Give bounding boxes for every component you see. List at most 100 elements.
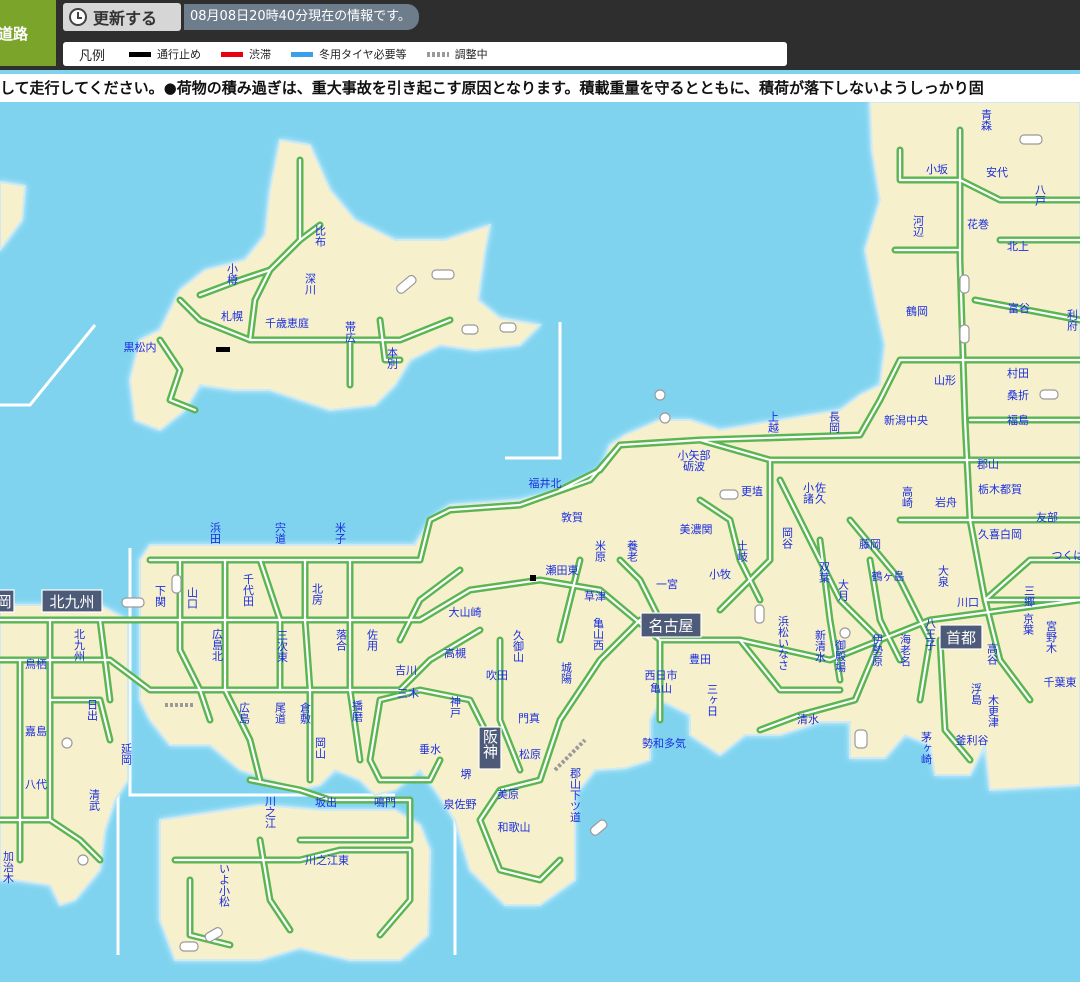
place-label[interactable]: 福島 — [1007, 413, 1029, 427]
place-label[interactable]: 三次東 — [276, 630, 289, 664]
place-label[interactable]: 宍道 — [274, 521, 287, 544]
brand-logo[interactable]: 道路 — [0, 0, 56, 66]
place-label[interactable]: 坂出 — [315, 795, 337, 809]
place-label[interactable]: 尾道 — [274, 702, 287, 724]
place-label[interactable]: 北房 — [311, 583, 324, 606]
place-label[interactable]: 八王子 — [924, 618, 937, 651]
place-label[interactable]: 八戸 — [1034, 184, 1047, 207]
place-label[interactable]: 三木 — [397, 687, 419, 700]
place-label[interactable]: 浜松いなさ — [777, 615, 790, 670]
place-label[interactable]: 亀山西 — [592, 616, 605, 650]
place-label[interactable]: 札幌 — [221, 309, 243, 323]
place-label[interactable]: 高崎 — [901, 485, 914, 508]
place-label[interactable]: 吹田 — [486, 669, 508, 682]
place-label[interactable]: 郡山 — [977, 458, 999, 471]
place-label[interactable]: 豊田 — [689, 653, 711, 666]
place-label[interactable]: 清武 — [88, 789, 101, 811]
place-label[interactable]: 吉川 — [395, 664, 417, 677]
place-label[interactable]: 大月 — [837, 578, 850, 601]
place-label[interactable]: 城陽 — [560, 662, 573, 685]
place-label[interactable]: 美濃関 — [680, 522, 713, 536]
place-label[interactable]: 三ヶ日 — [706, 684, 719, 717]
place-label[interactable]: 藤岡 — [859, 538, 881, 551]
place-label[interactable]: 千葉東 — [1044, 675, 1077, 689]
place-label[interactable]: 更埴 — [741, 484, 763, 498]
place-label[interactable]: 広島北 — [211, 628, 224, 661]
place-label[interactable]: 瀬田東 — [546, 563, 579, 577]
place-label[interactable]: 日出 — [86, 699, 99, 721]
place-label[interactable]: 延岡 — [120, 743, 133, 766]
place-label[interactable]: 深川 — [304, 273, 317, 295]
place-label[interactable]: いよ小松 — [218, 863, 231, 907]
place-label[interactable]: 佐用 — [366, 628, 379, 652]
place-label[interactable]: 門真 — [518, 711, 540, 725]
place-label[interactable]: 上越 — [767, 411, 780, 434]
place-label[interactable]: 千代田 — [242, 573, 255, 606]
place-label[interactable]: 鶴岡 — [906, 304, 928, 318]
hub-shuto[interactable]: 首都 — [939, 624, 983, 650]
place-label[interactable]: 鶴ヶ島 — [872, 569, 905, 583]
place-label[interactable]: 敦賀 — [561, 510, 583, 524]
place-label[interactable]: 青森 — [980, 109, 993, 132]
closure-mark[interactable] — [216, 347, 230, 352]
place-label[interactable]: 北上 — [1007, 240, 1029, 253]
hub-oka[interactable]: 岡 — [0, 589, 15, 613]
place-label[interactable]: 播磨 — [351, 699, 364, 723]
place-label[interactable]: 岡山 — [314, 737, 327, 759]
hub-kitakyushu[interactable]: 北九州 — [41, 589, 103, 613]
place-label[interactable]: 河辺 — [912, 215, 925, 237]
place-label[interactable]: 御殿場 — [834, 638, 847, 673]
place-label[interactable]: 堺 — [461, 768, 472, 781]
place-label[interactable]: 岡谷 — [781, 527, 794, 550]
place-label[interactable]: 鳴門 — [374, 795, 396, 809]
place-label[interactable]: 泉佐野 — [444, 797, 477, 811]
place-label[interactable]: 和歌山 — [498, 820, 531, 834]
place-label[interactable]: 双葉 — [818, 561, 831, 583]
place-label[interactable]: 小樽 — [226, 263, 239, 286]
place-label[interactable]: 福井北 — [529, 476, 562, 490]
refresh-button[interactable]: 更新する — [63, 3, 181, 31]
place-label[interactable]: 川口 — [957, 596, 979, 609]
place-label[interactable]: 広島 — [238, 702, 251, 725]
place-label[interactable]: 桑折 — [1007, 388, 1029, 402]
place-label[interactable]: 村田 — [1007, 366, 1029, 380]
place-label[interactable]: 垂水 — [419, 743, 441, 756]
hub-nagoya[interactable]: 名古屋 — [640, 612, 702, 638]
place-label[interactable]: 利府 — [1066, 309, 1079, 332]
place-label[interactable]: 草津 — [584, 590, 606, 603]
place-label[interactable]: 加治木 — [2, 850, 15, 884]
place-label[interactable]: 浮島 — [970, 683, 983, 706]
closure-mark[interactable] — [530, 575, 536, 581]
place-label[interactable]: 落合 — [335, 629, 348, 651]
place-label[interactable]: 富谷 — [1008, 301, 1030, 315]
place-label[interactable]: 茅ヶ崎 — [920, 731, 933, 764]
place-label[interactable]: 嘉島 — [25, 724, 47, 738]
place-label[interactable]: 養老 — [626, 539, 639, 562]
place-label[interactable]: 比布 — [314, 225, 327, 248]
place-label[interactable]: 小坂 — [926, 163, 948, 176]
place-label[interactable]: 友部 — [1036, 510, 1058, 524]
place-label[interactable]: 砺波 — [683, 460, 705, 473]
place-label[interactable]: 大山崎 — [449, 605, 482, 619]
place-label[interactable]: 久喜白岡 — [978, 527, 1022, 541]
place-label[interactable]: 浜田 — [209, 522, 222, 544]
place-label[interactable]: つくば — [1052, 549, 1080, 562]
place-label[interactable]: 釜利谷 — [956, 733, 989, 747]
place-label[interactable]: 岩舟 — [935, 495, 957, 509]
place-label[interactable]: 山口 — [186, 587, 199, 609]
place-label[interactable]: 千歳恵庭 — [265, 316, 309, 330]
place-label[interactable]: 西日市 — [645, 668, 678, 682]
place-label[interactable]: 八代 — [25, 778, 47, 791]
place-label[interactable]: 伊勢原 — [871, 633, 884, 666]
place-label[interactable]: 新潟中央 — [884, 413, 928, 427]
place-label[interactable]: 木更津 — [987, 694, 1000, 727]
place-label[interactable]: 郡山下ツ道 — [569, 767, 582, 822]
place-label[interactable]: 小牧 — [709, 567, 731, 581]
place-label[interactable]: 京葉 — [1022, 612, 1035, 635]
place-label[interactable]: 長岡 — [828, 411, 841, 434]
place-label[interactable]: 神戸 — [449, 695, 462, 719]
place-label[interactable]: 本別 — [386, 346, 399, 370]
place-label[interactable]: 清水 — [797, 713, 819, 726]
place-label[interactable]: 新清水 — [814, 628, 827, 662]
place-label[interactable]: 川之江 — [264, 796, 277, 829]
